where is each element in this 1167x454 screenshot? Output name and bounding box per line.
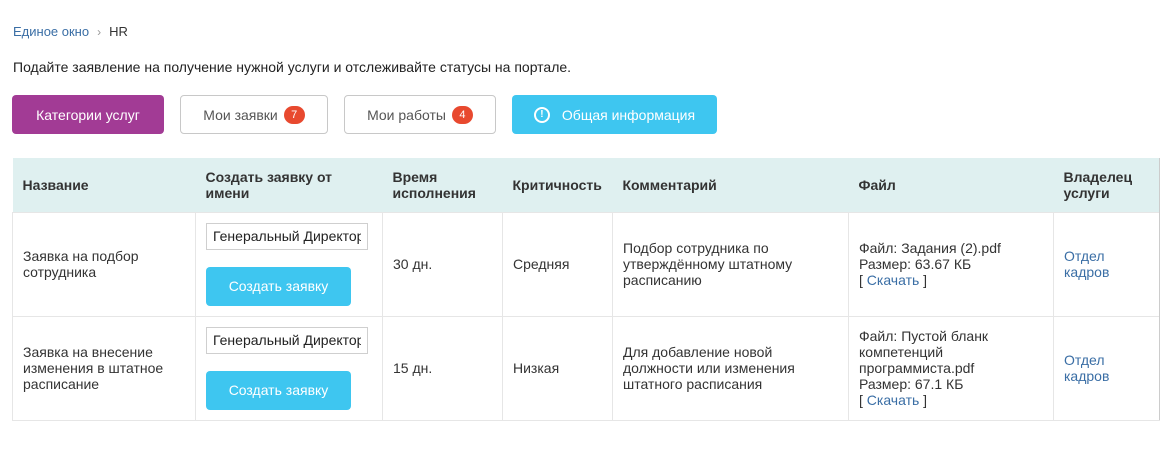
breadcrumb: Единое окно › HR bbox=[13, 24, 128, 39]
execution-time: 15 дн. bbox=[382, 315, 503, 421]
owner-cell: Отдел кадров bbox=[1053, 315, 1160, 421]
download-bracket-open: [ bbox=[859, 392, 867, 408]
criticality: Средняя bbox=[502, 211, 613, 317]
file-cell: Файл: Пустой бланк компетенций программи… bbox=[848, 315, 1054, 421]
file-size: Размер: 63.67 КБ bbox=[859, 256, 972, 272]
my-requests-label: Мои заявки bbox=[203, 106, 278, 123]
requester-name-field[interactable] bbox=[206, 222, 368, 250]
download-bracket-close: ] bbox=[919, 272, 928, 288]
header-owner: Владелец услуги bbox=[1053, 158, 1160, 212]
owner-link[interactable]: Отдел кадров bbox=[1064, 248, 1109, 280]
exclamation-circle-icon: ! bbox=[533, 106, 550, 123]
header-time: Время исполнения bbox=[382, 158, 503, 212]
criticality: Низкая bbox=[502, 315, 613, 421]
download-bracket-open: [ bbox=[859, 272, 867, 288]
services-table: Название Создать заявку от имени Время и… bbox=[12, 158, 1160, 421]
my-works-label: Мои работы bbox=[367, 106, 446, 123]
file-name: Файл: Пустой бланк компетенций программи… bbox=[859, 328, 989, 376]
service-name: Заявка на внесение изменения в штатное р… bbox=[12, 315, 196, 421]
create-request-button[interactable]: Создать заявку bbox=[206, 370, 351, 410]
table-row: Заявка на внесение изменения в штатное р… bbox=[12, 315, 1160, 421]
my-requests-button[interactable]: Мои заявки 7 bbox=[180, 95, 328, 134]
my-works-button[interactable]: Мои работы 4 bbox=[344, 95, 496, 134]
requester-name-field[interactable] bbox=[206, 326, 368, 354]
download-link[interactable]: Скачать bbox=[867, 272, 920, 288]
owner-cell: Отдел кадров bbox=[1053, 211, 1160, 317]
create-from-cell: Создать заявку bbox=[195, 315, 383, 421]
table-right-border bbox=[1159, 158, 1160, 420]
categories-button[interactable]: Категории услуг bbox=[12, 95, 164, 134]
download-wrapper: [ Скачать ] bbox=[859, 392, 1043, 408]
header-criticality: Критичность bbox=[502, 158, 613, 212]
create-request-button[interactable]: Создать заявку bbox=[206, 266, 351, 306]
general-info-label: Общая информация bbox=[561, 106, 696, 123]
create-from-cell: Создать заявку bbox=[195, 211, 383, 317]
service-name: Заявка на подбор сотрудника bbox=[12, 211, 196, 317]
header-comment: Комментарий bbox=[612, 158, 849, 212]
download-bracket-close: ] bbox=[919, 392, 928, 408]
page-intro-text: Подайте заявление на получение нужной ус… bbox=[13, 59, 572, 75]
header-file: Файл bbox=[848, 158, 1054, 212]
breadcrumb-current: HR bbox=[109, 24, 128, 39]
categories-button-label: Категории услуг bbox=[36, 106, 140, 123]
chevron-right-icon: › bbox=[97, 24, 102, 39]
my-works-count-badge: 4 bbox=[451, 105, 473, 124]
header-name: Название bbox=[12, 158, 196, 212]
download-wrapper: [ Скачать ] bbox=[859, 272, 1043, 288]
comment: Подбор сотрудника по утверждённому штатн… bbox=[612, 211, 849, 317]
table-row: Заявка на подбор сотрудника Создать заяв… bbox=[12, 211, 1160, 317]
table-header-row: Название Создать заявку от имени Время и… bbox=[12, 158, 1160, 212]
execution-time: 30 дн. bbox=[382, 211, 503, 317]
download-link[interactable]: Скачать bbox=[867, 392, 920, 408]
file-name: Файл: Задания (2).pdf bbox=[859, 240, 1001, 256]
comment: Для добавление новой должности или измен… bbox=[612, 315, 849, 421]
my-requests-count-badge: 7 bbox=[283, 105, 305, 124]
breadcrumb-home-link[interactable]: Единое окно bbox=[13, 24, 89, 39]
file-size: Размер: 67.1 КБ bbox=[859, 376, 964, 392]
owner-link[interactable]: Отдел кадров bbox=[1064, 352, 1109, 384]
header-create-from: Создать заявку от имени bbox=[195, 158, 383, 212]
file-cell: Файл: Задания (2).pdf Размер: 63.67 КБ [… bbox=[848, 211, 1054, 317]
general-info-button[interactable]: ! Общая информация bbox=[512, 95, 717, 134]
